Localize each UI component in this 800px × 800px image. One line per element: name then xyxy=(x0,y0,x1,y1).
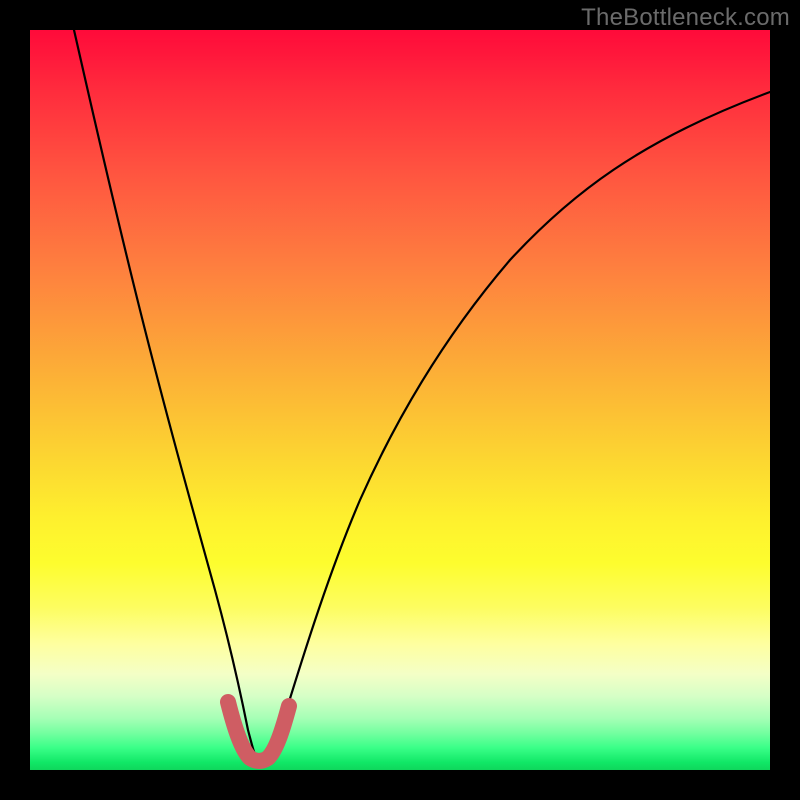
bottleneck-curve xyxy=(74,30,770,759)
optimal-zone-highlight xyxy=(228,702,289,761)
plot-area xyxy=(30,30,770,770)
curve-svg xyxy=(30,30,770,770)
chart-container: TheBottleneck.com xyxy=(0,0,800,800)
watermark-label: TheBottleneck.com xyxy=(581,4,790,32)
